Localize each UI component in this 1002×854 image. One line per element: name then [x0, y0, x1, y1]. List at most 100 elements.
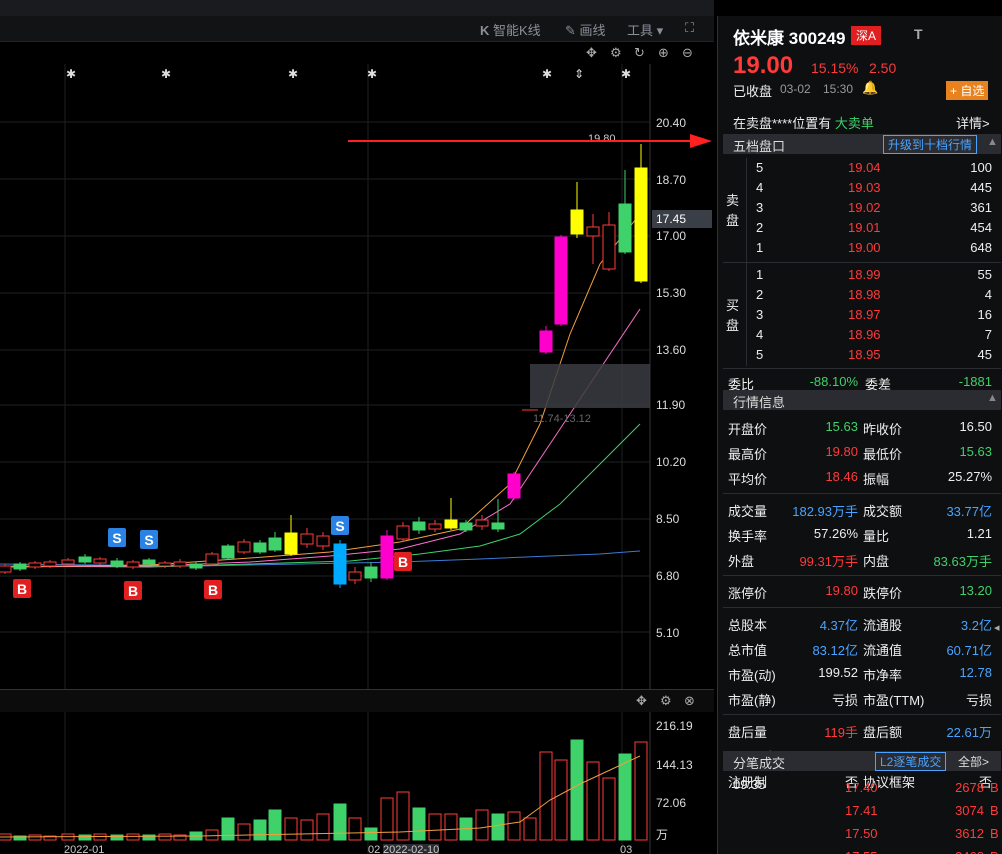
volume-bar[interactable] — [158, 833, 172, 841]
candle-body[interactable] — [459, 522, 473, 531]
detail-link[interactable]: 详情> — [956, 113, 990, 132]
volume-chart[interactable] — [0, 712, 714, 854]
candle-body[interactable] — [380, 535, 394, 579]
candle-body[interactable] — [221, 545, 235, 559]
volume-bar[interactable] — [268, 809, 282, 841]
candle-body[interactable] — [61, 559, 75, 565]
candle-body[interactable] — [602, 224, 616, 270]
volume-bar[interactable] — [284, 817, 298, 841]
buy-marker[interactable]: B — [13, 579, 31, 598]
volume-bar[interactable] — [634, 741, 648, 841]
volume-bar[interactable] — [523, 817, 537, 841]
candle-body[interactable] — [93, 558, 107, 564]
volume-bar[interactable] — [618, 753, 632, 841]
event-star[interactable]: ✱ — [288, 67, 298, 81]
volume-bar[interactable] — [221, 817, 235, 841]
upgrade-ten-level-button[interactable]: 升级到十档行情 — [883, 135, 978, 154]
volume-bar[interactable] — [205, 829, 219, 841]
volume-bar[interactable] — [539, 751, 553, 841]
l2-trades-button[interactable]: L2逐笔成交 — [875, 752, 947, 771]
candle-body[interactable] — [0, 565, 12, 573]
zoom-in-icon[interactable]: ⊕ — [658, 45, 669, 61]
candle-body[interactable] — [110, 560, 124, 567]
sell-marker[interactable]: S — [140, 530, 158, 549]
bell-icon[interactable]: 🔔 — [862, 80, 878, 96]
draw-line-button[interactable]: ✎ 画线 — [565, 20, 606, 39]
volume-bar[interactable] — [412, 807, 426, 841]
candle-body[interactable] — [300, 533, 314, 545]
sell-marker[interactable]: S — [108, 528, 126, 547]
volume-bar[interactable] — [396, 791, 410, 841]
event-star[interactable]: ✱ — [621, 67, 631, 81]
move-icon[interactable]: ✥ — [636, 693, 647, 709]
kline-chart-area[interactable]: K 智能K线 ✎ 画线 工具 ▾ ⛶ ✥ ⚙ ↻ ⊕ ⊖ ✱ ✱ ✱ ✱ ✱ ⇕… — [0, 0, 714, 854]
order-level-row[interactable]: 5 19.04 100 — [718, 159, 1002, 179]
candle-body[interactable] — [189, 563, 203, 569]
volume-bar[interactable] — [491, 813, 505, 841]
candle-body[interactable] — [507, 473, 521, 499]
collapse-icon[interactable]: ▲ — [987, 392, 998, 404]
order-level-row[interactable]: 4 18.96 7 — [718, 326, 1002, 346]
candle-body[interactable] — [475, 519, 489, 527]
candle-body[interactable] — [13, 563, 27, 570]
order-level-row[interactable]: 2 18.98 4 — [718, 286, 1002, 306]
order-level-row[interactable]: 1 18.99 55 — [718, 266, 1002, 286]
candle-body[interactable] — [634, 167, 648, 282]
candle-body[interactable] — [43, 561, 57, 567]
order-level-row[interactable]: 3 18.97 16 — [718, 306, 1002, 326]
gear-icon[interactable]: ⚙ — [660, 693, 672, 709]
event-star[interactable]: ✱ — [367, 67, 377, 81]
volume-bar[interactable] — [602, 777, 616, 841]
candle-body[interactable] — [126, 561, 140, 568]
candle-body[interactable] — [444, 519, 458, 529]
volume-bar[interactable] — [380, 797, 394, 841]
close-icon[interactable]: ⊗ — [684, 693, 695, 709]
order-level-row[interactable]: 3 19.02 361 — [718, 199, 1002, 219]
refresh-icon[interactable]: ↻ — [634, 45, 645, 61]
event-star[interactable]: ✱ — [66, 67, 76, 81]
volume-bar[interactable] — [28, 834, 42, 841]
candle-body[interactable] — [428, 523, 442, 530]
add-watchlist-button[interactable]: + 自选 — [946, 81, 989, 100]
order-level-row[interactable]: 5 18.95 45 — [718, 346, 1002, 366]
volume-bar[interactable] — [300, 819, 314, 841]
candle-body[interactable] — [333, 543, 347, 585]
candle-body[interactable] — [78, 556, 92, 563]
expand-icon[interactable]: ⛶ — [685, 20, 694, 36]
order-level-row[interactable]: 2 19.01 454 — [718, 219, 1002, 239]
smart-k-button[interactable]: K 智能K线 — [480, 20, 541, 39]
candle-body[interactable] — [586, 226, 600, 237]
candle-body[interactable] — [142, 559, 156, 565]
tools-dropdown[interactable]: 工具 ▾ — [627, 20, 663, 39]
candle-body[interactable] — [539, 330, 553, 353]
candle-body[interactable] — [364, 566, 378, 579]
candle-body[interactable] — [253, 542, 267, 553]
volume-bar[interactable] — [444, 813, 458, 841]
candle-body[interactable] — [412, 521, 426, 531]
volume-bar[interactable] — [586, 761, 600, 841]
candle-body[interactable] — [554, 236, 568, 325]
zoom-out-icon[interactable]: ⊖ — [682, 45, 693, 61]
move-icon[interactable]: ✥ — [586, 45, 597, 61]
volume-bar[interactable] — [428, 813, 442, 841]
event-star[interactable]: ✱ — [161, 67, 171, 81]
volume-bar[interactable] — [348, 817, 362, 841]
buy-marker[interactable]: B — [394, 552, 412, 571]
candle-body[interactable] — [158, 562, 172, 567]
volume-bar[interactable] — [333, 803, 347, 841]
event-star[interactable]: ⇕ — [574, 67, 584, 81]
volume-bar[interactable] — [110, 834, 124, 841]
panel-collapse-icon[interactable]: ◂ — [994, 621, 1000, 634]
candle-body[interactable] — [173, 561, 187, 567]
candle-body[interactable] — [491, 522, 505, 530]
candle-body[interactable] — [268, 537, 282, 551]
buy-marker[interactable]: B — [204, 580, 222, 599]
volume-bar[interactable] — [237, 823, 251, 841]
candle-body[interactable] — [205, 553, 219, 565]
volume-bar[interactable] — [78, 834, 92, 841]
volume-bar[interactable] — [570, 739, 584, 841]
volume-bar[interactable] — [507, 811, 521, 841]
order-level-row[interactable]: 1 19.00 648 — [718, 239, 1002, 259]
candle-body[interactable] — [284, 532, 298, 555]
collapse-icon[interactable]: ▲ — [987, 136, 998, 148]
